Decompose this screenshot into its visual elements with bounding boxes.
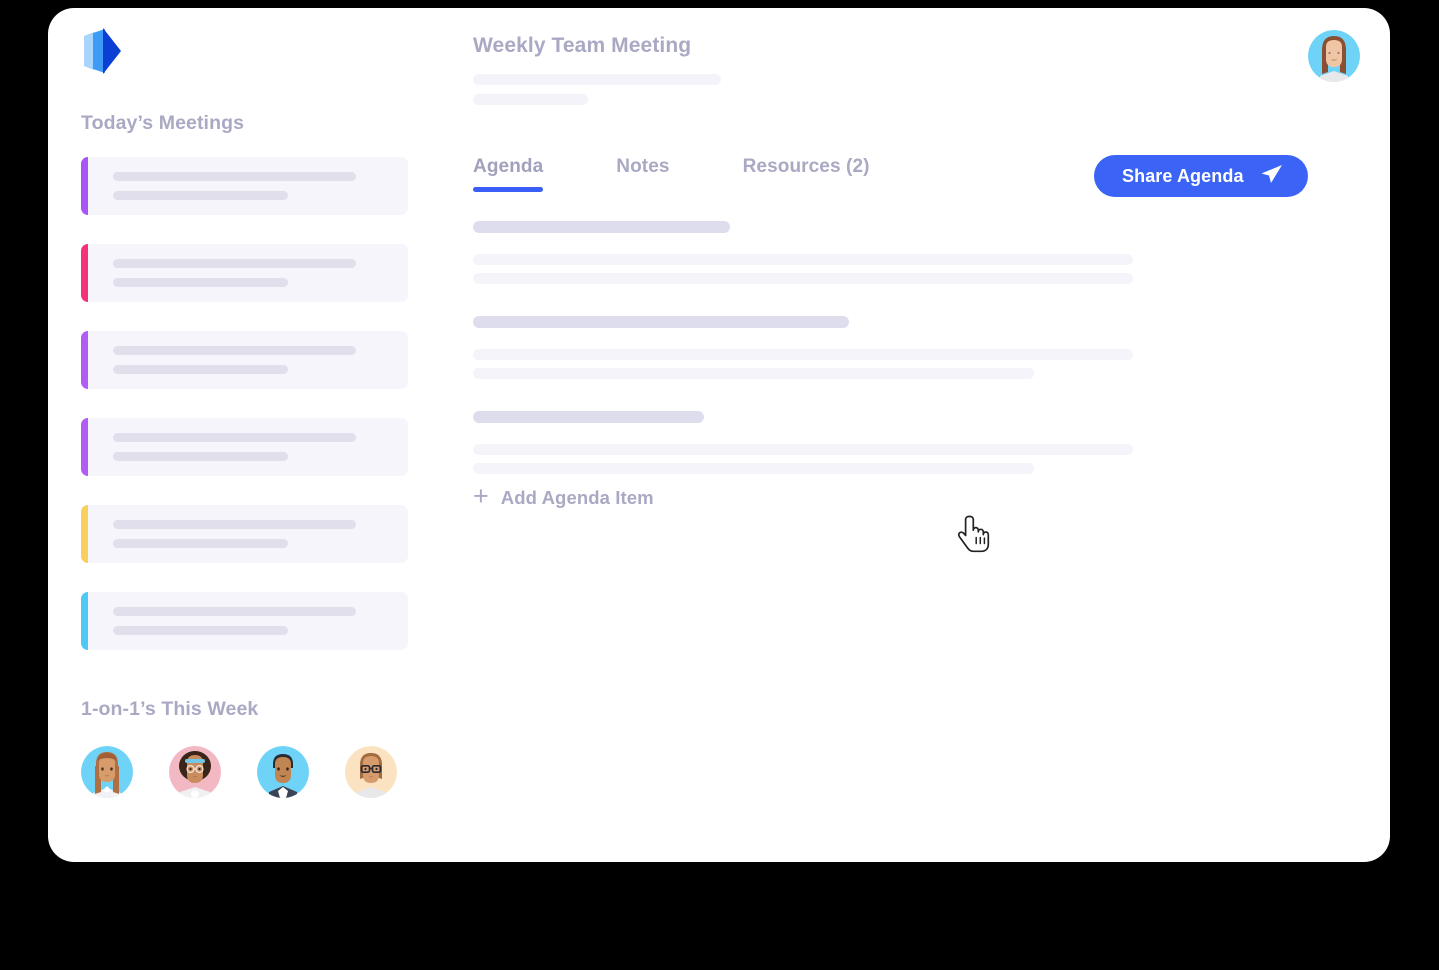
meeting-skeleton-line	[113, 452, 288, 461]
meeting-accent-bar	[81, 244, 88, 302]
agenda-body-skeleton	[473, 273, 1133, 284]
tab-resources[interactable]: Resources (2)	[743, 156, 870, 192]
meeting-skeleton-line	[113, 539, 288, 548]
meeting-accent-bar	[81, 505, 88, 563]
meeting-skeleton-line	[113, 626, 288, 635]
app-window: Today’s Meetings 1-on-1’s This Week Week…	[48, 8, 1390, 862]
add-agenda-item-label: Add Agenda Item	[500, 487, 654, 508]
agenda-skeleton-list	[473, 221, 1133, 506]
agenda-body-skeleton	[473, 444, 1133, 455]
user-avatar[interactable]	[1308, 30, 1360, 82]
agenda-head-skeleton	[473, 316, 850, 328]
avatar-person-1[interactable]	[81, 746, 133, 798]
share-agenda-button[interactable]: Share Agenda	[1094, 155, 1308, 197]
page-title: Weekly Team Meeting	[473, 34, 692, 57]
meeting-skeleton-line	[113, 365, 288, 374]
one-on-one-avatar-row	[81, 746, 397, 798]
share-agenda-label: Share Agenda	[1122, 165, 1244, 186]
meeting-skeleton-line	[113, 278, 288, 287]
meeting-card[interactable]	[81, 592, 408, 650]
agenda-body-skeleton	[473, 254, 1133, 265]
meeting-accent-bar	[81, 331, 88, 389]
tab-agenda[interactable]: Agenda	[473, 156, 544, 192]
app-logo-icon[interactable]	[82, 26, 126, 76]
meeting-accent-bar	[81, 592, 88, 650]
subtitle-skeleton-line	[473, 74, 721, 85]
meeting-skeleton-line	[113, 433, 356, 442]
meeting-accent-bar	[81, 157, 88, 215]
avatar-person-2[interactable]	[169, 746, 221, 798]
meeting-accent-bar	[81, 418, 88, 476]
meeting-card[interactable]	[81, 157, 408, 215]
agenda-body-skeleton	[473, 463, 1034, 474]
send-plane-icon	[1260, 164, 1283, 189]
agenda-head-skeleton	[473, 411, 704, 423]
meeting-card[interactable]	[81, 418, 408, 476]
main-panel: Weekly Team Meeting Agenda Notes Resourc…	[468, 8, 1390, 862]
plus-icon: +	[473, 481, 489, 511]
subtitle-skeleton-line	[473, 94, 588, 105]
meeting-skeleton-line	[113, 607, 356, 616]
agenda-block[interactable]	[473, 221, 1133, 284]
add-agenda-item-button[interactable]: + Add Agenda Item	[473, 481, 654, 511]
agenda-body-skeleton	[473, 368, 1034, 379]
meeting-skeleton-line	[113, 172, 356, 181]
agenda-block[interactable]	[473, 411, 1133, 474]
pointing-hand-cursor	[957, 513, 997, 557]
tab-notes[interactable]: Notes	[616, 156, 669, 192]
agenda-block[interactable]	[473, 316, 1133, 379]
one-on-ones-heading: 1-on-1’s This Week	[81, 698, 259, 720]
meeting-card[interactable]	[81, 331, 408, 389]
meeting-card[interactable]	[81, 505, 408, 563]
sidebar: Today’s Meetings 1-on-1’s This Week	[48, 8, 468, 862]
todays-meetings-heading: Today’s Meetings	[81, 112, 245, 134]
agenda-head-skeleton	[473, 221, 731, 233]
meeting-list	[81, 157, 408, 679]
meeting-skeleton-line	[113, 259, 356, 268]
avatar-person-3[interactable]	[257, 746, 309, 798]
tab-bar: Agenda Notes Resources (2)	[473, 156, 943, 192]
meeting-card[interactable]	[81, 244, 408, 302]
agenda-body-skeleton	[473, 349, 1133, 360]
meeting-skeleton-line	[113, 191, 288, 200]
meeting-skeleton-line	[113, 520, 356, 529]
avatar-person-4[interactable]	[345, 746, 397, 798]
meeting-skeleton-line	[113, 346, 356, 355]
